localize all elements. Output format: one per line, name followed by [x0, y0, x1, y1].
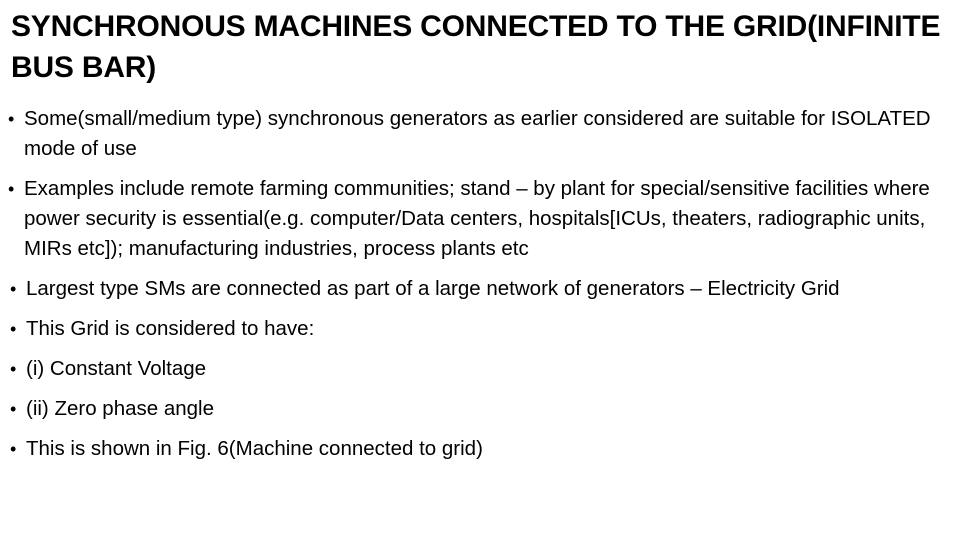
- list-item: • This Grid is considered to have:: [10, 314, 960, 344]
- slide: SYNCHRONOUS MACHINES CONNECTED TO THE GR…: [0, 0, 960, 540]
- bullet-figure-reference-text: This is shown in Fig. 6(Machine connecte…: [26, 437, 483, 460]
- bullet-examples-text: Examples include remote farming communit…: [24, 177, 930, 260]
- bullet-point-icon: •: [8, 109, 15, 129]
- bullet-zero-phase-angle-text: (ii) Zero phase angle: [26, 397, 215, 420]
- slide-body: • Some(small/medium type) synchronous ge…: [0, 104, 960, 464]
- bullet-grid-considered-text: This Grid is considered to have:: [26, 317, 315, 340]
- bullet-constant-voltage-text: (i) Constant Voltage: [26, 357, 207, 380]
- bullet-point-icon: •: [10, 279, 17, 299]
- list-item: • Examples include remote farming commun…: [8, 174, 960, 264]
- bullet-point-icon: •: [10, 359, 17, 379]
- list-item: • Some(small/medium type) synchronous ge…: [8, 104, 960, 164]
- bullet-point-icon: •: [8, 179, 15, 199]
- list-item: • Largest type SMs are connected as part…: [10, 274, 960, 304]
- bullet-point-icon: •: [10, 319, 17, 339]
- page-title: SYNCHRONOUS MACHINES CONNECTED TO THE GR…: [11, 10, 941, 84]
- list-item: • (ii) Zero phase angle: [10, 394, 960, 424]
- list-item: • (i) Constant Voltage: [10, 354, 960, 384]
- bullet-point-icon: •: [10, 399, 17, 419]
- bullet-largest-sms-text: Largest type SMs are connected as part o…: [26, 277, 840, 300]
- bullet-group-secondary: • Largest type SMs are connected as part…: [0, 274, 960, 464]
- bullet-point-icon: •: [10, 439, 17, 459]
- bullet-isolated-mode-text: Some(small/medium type) synchronous gene…: [24, 107, 931, 160]
- list-item: • This is shown in Fig. 6(Machine connec…: [10, 434, 960, 464]
- bullet-group-primary: • Some(small/medium type) synchronous ge…: [0, 104, 960, 264]
